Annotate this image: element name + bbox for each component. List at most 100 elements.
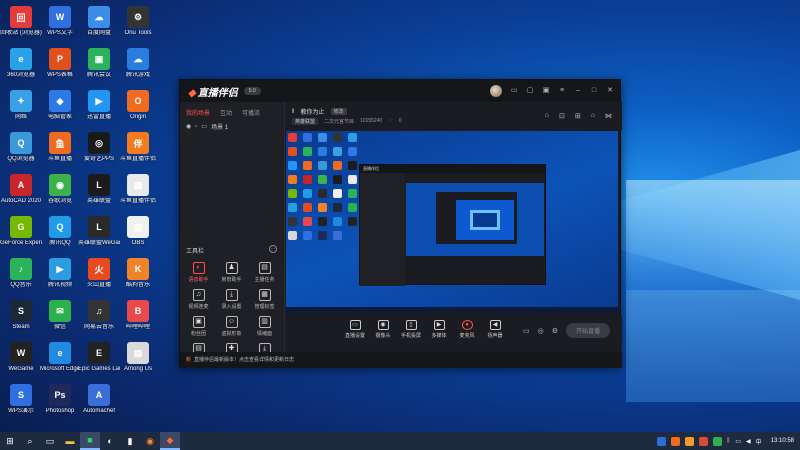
eye-icon[interactable]: ◉ bbox=[186, 123, 191, 130]
tool-button[interactable]: ▥ 情绪面 bbox=[248, 316, 281, 337]
gear-icon[interactable]: ⚙ bbox=[552, 327, 558, 335]
desktop-icon[interactable]: A AutoCAD 2020 bbox=[0, 174, 42, 205]
taskbar-app-icon[interactable]: ■ bbox=[80, 432, 100, 450]
desktop-icon[interactable]: 伴斗鱼直播伴侣 bbox=[117, 132, 159, 163]
phone-cast-button[interactable]: ▯ 手机投屏 bbox=[396, 320, 426, 339]
desktop-icon[interactable]: ▶ 腾讯视频 bbox=[39, 258, 81, 289]
live-settings-button[interactable]: ▭ 直播设置 bbox=[340, 320, 370, 339]
share-icon[interactable]: ⋈ bbox=[605, 112, 612, 120]
desktop-icon[interactable]: B 哔哩哔哩 bbox=[117, 300, 159, 331]
media-button[interactable]: ▶ 多媒体 bbox=[424, 320, 454, 339]
volume-icon[interactable]: ◀ bbox=[746, 438, 751, 445]
menu-icon[interactable]: ≡ bbox=[558, 87, 566, 95]
desktop-icon[interactable]: ☁ 腾讯游戏 bbox=[117, 48, 159, 79]
screen-icon[interactable]: ▣ bbox=[542, 87, 550, 95]
file-explorer-icon[interactable]: ▬ bbox=[60, 432, 80, 450]
desktop-icon[interactable]: 鱼斗鱼直播 bbox=[39, 132, 81, 163]
clock[interactable]: 13:10:58 bbox=[771, 438, 794, 444]
tab-interact[interactable]: 互动 bbox=[220, 108, 232, 117]
chat-icon[interactable]: ▢ bbox=[526, 87, 534, 95]
tool-button[interactable]: ▤ 主播任务 bbox=[248, 262, 281, 283]
network-icon[interactable]: ▭ bbox=[735, 438, 741, 445]
desktop-icon[interactable]: W WPS文字 bbox=[39, 6, 81, 37]
tool-button[interactable]: ♫ 视频连麦 bbox=[182, 289, 215, 310]
desktop-icon[interactable]: Ps Photoshop bbox=[39, 384, 81, 415]
lock-icon[interactable]: ▫ bbox=[195, 124, 197, 130]
desktop-icon[interactable]: ✉ 微信 bbox=[39, 300, 81, 331]
gift-icon[interactable]: ⌂ bbox=[545, 112, 549, 120]
minimize-icon[interactable]: – bbox=[574, 87, 582, 95]
desktop-icon[interactable]: L 英雄联盟WeGame版 bbox=[78, 216, 120, 247]
message-icon[interactable]: ▭ bbox=[510, 87, 518, 95]
tray-app-icon[interactable] bbox=[656, 436, 666, 446]
update-notice[interactable]: 新直播伴侣最新版本！点击查看详情和更新日志 bbox=[180, 352, 622, 368]
bell-icon[interactable]: ⌂ bbox=[591, 112, 595, 120]
tool-button[interactable]: ⤓ 录入设置 bbox=[215, 289, 248, 310]
tool-button[interactable]: ☺ 虚拟形象 bbox=[215, 316, 248, 337]
start-icon[interactable]: ⊞ bbox=[0, 432, 20, 450]
desktop-icon[interactable]: ▣ 腾讯会议 bbox=[78, 48, 120, 79]
desktop-icon[interactable]: ♪ QQ音乐 bbox=[0, 258, 42, 289]
desktop-icon[interactable]: Q 腾讯QQ bbox=[39, 216, 81, 247]
avatar[interactable] bbox=[490, 85, 502, 97]
desktop-icon[interactable]: 火火山直播 bbox=[78, 258, 120, 289]
tool-button[interactable]: ▦ 管理标签 bbox=[248, 289, 281, 310]
tray-app-icon[interactable] bbox=[698, 436, 708, 446]
desktop-icon[interactable]: ▤ OBS bbox=[117, 216, 159, 247]
desktop-icon[interactable]: S Steam bbox=[0, 300, 42, 331]
desktop-icon[interactable]: ▤ Among Us bbox=[117, 342, 159, 373]
input-method-icon[interactable]: 中 bbox=[756, 437, 762, 446]
tab-stream[interactable]: 可播流 bbox=[242, 108, 260, 117]
desktop-icon[interactable]: 回回收站 (浏览器) bbox=[0, 6, 42, 37]
bluetooth-icon[interactable]: ᛒ bbox=[727, 438, 731, 444]
desktop-icon[interactable]: E Epic Games Launcher bbox=[78, 342, 120, 373]
more-icon[interactable]: ··· bbox=[269, 245, 277, 253]
eye-icon[interactable]: ◎ bbox=[538, 327, 544, 335]
speaker-button[interactable]: ◀ 扬声器 bbox=[480, 320, 510, 339]
edit-title-button[interactable]: 修改 bbox=[330, 108, 347, 115]
browser-icon[interactable]: ◉ bbox=[140, 432, 160, 450]
tab-my-scene[interactable]: 我的场景 bbox=[186, 108, 210, 117]
desktop-icon[interactable]: S WPS演示 bbox=[0, 384, 42, 415]
live-companion-window[interactable]: ◆ 直播伴侣 5.0 ▭ ▢ ▣ ≡ – □ ✕ 我的场景 互动 可播流 ◉ ▫ … bbox=[179, 79, 622, 368]
tool-button[interactable]: ▣ 粉丝团 bbox=[182, 316, 215, 337]
desktop-icon[interactable]: W WeGame bbox=[0, 342, 42, 373]
tray-app-icon[interactable] bbox=[712, 436, 722, 446]
desktop-icon[interactable]: O Origin bbox=[117, 90, 159, 121]
steam-icon[interactable]: ◐ bbox=[100, 432, 120, 450]
camera-button[interactable]: ◉ 摄像头 bbox=[368, 320, 398, 339]
search-icon[interactable]: ⌕ bbox=[20, 432, 40, 450]
desktop-icon[interactable]: ◉ 谷歌浏览 bbox=[39, 174, 81, 205]
go-live-button[interactable]: 开始直播 bbox=[565, 323, 610, 338]
scene-item[interactable]: ◉ ▫ ▭ 场景 1 bbox=[186, 122, 278, 132]
desktop-icon[interactable]: P WPS表格 bbox=[39, 48, 81, 79]
desktop-icon[interactable]: ◆ 电脑管家 bbox=[39, 90, 81, 121]
task-view-icon[interactable]: ▭ bbox=[40, 432, 60, 450]
microphone-button[interactable]: ● 麦克风 bbox=[452, 320, 482, 339]
maximize-icon[interactable]: □ bbox=[590, 87, 598, 95]
desktop-icon[interactable]: ✦ 网络 bbox=[0, 90, 42, 121]
terminal-icon[interactable]: ▮ bbox=[120, 432, 140, 450]
stream-preview[interactable]: 直播伴侣 bbox=[286, 131, 618, 313]
desktop-icon[interactable]: A Automachef bbox=[78, 384, 120, 415]
category-chip[interactable]: 英雄联盟 bbox=[292, 118, 319, 125]
lock-icon[interactable]: ⊡ bbox=[559, 112, 565, 120]
desktop-icon[interactable]: ◎ 爱奇艺PPS bbox=[78, 132, 120, 163]
desktop-icon[interactable]: Q QQ浏览器 bbox=[0, 132, 42, 163]
desktop-icon[interactable]: K 酷狗音乐 bbox=[117, 258, 159, 289]
pause-icon[interactable]: ‖ bbox=[292, 109, 294, 115]
desktop-icon[interactable]: G GeForce Experience bbox=[0, 216, 42, 247]
desktop-icon[interactable]: ▶ 迅雷直播 bbox=[78, 90, 120, 121]
live-companion-taskbar-icon[interactable]: ◆ bbox=[160, 432, 180, 450]
desktop-icon[interactable]: L 英雄联盟 bbox=[78, 174, 120, 205]
desktop-icon[interactable]: e Microsoft Edge bbox=[39, 342, 81, 373]
pin-icon[interactable]: ⊞ bbox=[575, 112, 581, 120]
tool-button[interactable]: ◐ 语音助手 bbox=[182, 262, 215, 283]
version-badge[interactable]: 5.0 bbox=[243, 87, 261, 95]
record-icon[interactable]: ▭ bbox=[523, 327, 530, 335]
tray-app-icon[interactable] bbox=[670, 436, 680, 446]
desktop-icon[interactable]: ▤ 斗鱼直播伴侣 bbox=[117, 174, 159, 205]
tool-button[interactable]: ♟ 房管助手 bbox=[215, 262, 248, 283]
desktop-icon[interactable]: ♫ 网易云音乐 bbox=[78, 300, 120, 331]
close-icon[interactable]: ✕ bbox=[606, 87, 614, 95]
